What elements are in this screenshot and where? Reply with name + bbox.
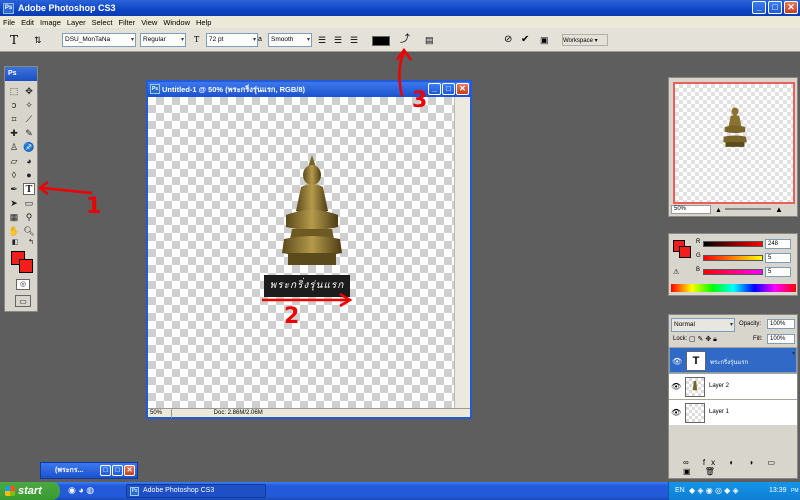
layer-name: Layer 1 — [709, 409, 730, 415]
navigator-zoom-slider[interactable] — [725, 208, 771, 210]
clock-time: 13:39 — [769, 487, 787, 494]
color-panel: ⚠ R 248 G 5 B 5 — [668, 233, 798, 296]
visibility-eye-icon[interactable]: 👁︎ — [672, 356, 682, 368]
lock-label: Lock: — [673, 336, 688, 342]
lock-icons[interactable]: ▢ ✎ ✥ 🔒︎ — [689, 335, 717, 344]
blend-mode-select[interactable]: Normal — [671, 318, 735, 332]
b-label: B — [696, 267, 701, 273]
opacity-field[interactable]: 100% — [767, 319, 795, 329]
layer-name: Layer 2 — [709, 383, 730, 389]
quick-launch-icons[interactable]: ◉ ◕ ◍ — [68, 485, 94, 496]
layers-panel: Normal Opacity: 100% Lock: ▢ ✎ ✥ 🔒︎ Fill… — [668, 314, 798, 479]
r-slider[interactable] — [703, 241, 763, 247]
start-button[interactable]: start — [0, 482, 60, 500]
mini-maximize-button[interactable]: □ — [112, 465, 123, 476]
annotation-number-1: 1 — [86, 194, 102, 219]
g-slider[interactable] — [703, 255, 763, 261]
layer-thumbnail — [685, 377, 705, 397]
navigator-panel: 50% ▲ ▲ — [668, 77, 798, 217]
b-slider[interactable] — [703, 269, 763, 275]
b-value[interactable]: 5 — [765, 267, 791, 277]
tray-icons[interactable]: ◆ ◈ ◉ ◎ ◆ ◈ — [689, 482, 739, 500]
layer-row[interactable]: 👁︎ Layer 1 — [669, 399, 797, 425]
mini-close-button[interactable]: ✕ — [124, 465, 135, 476]
layer-amulet-thumb — [692, 381, 698, 391]
fill-field[interactable]: 100% — [767, 334, 795, 344]
layer-name: พระกริ่งรุ่นแรก — [710, 360, 749, 366]
layer-thumbnail — [685, 403, 705, 423]
gamut-warning-icon[interactable]: ⚠ — [673, 268, 679, 276]
navigator-zoom-field[interactable]: 50% — [671, 205, 711, 214]
color-bg-swatch[interactable] — [679, 246, 691, 258]
annotation-number-2: 2 — [284, 304, 300, 329]
r-value[interactable]: 248 — [765, 239, 791, 249]
annotation-arrow-1 — [41, 186, 93, 195]
taskbar-item-label: Adobe Photoshop CS3 — [143, 487, 215, 494]
annotation-arrow-3 — [398, 51, 406, 97]
zoom-out-icon[interactable]: ▲ — [715, 207, 722, 214]
navigator-amulet-image — [723, 107, 747, 147]
r-label: R — [696, 239, 701, 245]
taskbar-photoshop-item[interactable]: Ps Adobe Photoshop CS3 — [126, 484, 266, 498]
fill-label: Fill: — [753, 336, 763, 342]
layer-thumbnail: T — [686, 351, 706, 371]
color-spectrum-bar[interactable] — [671, 284, 796, 292]
taskbar: start ◉ ◕ ◍ Ps Adobe Photoshop CS3 EN ◆ … — [0, 482, 800, 500]
layer-row[interactable]: 👁︎ T พระกริ่งรุ่นแรก — [669, 347, 797, 373]
navigator-thumbnail[interactable] — [673, 82, 795, 204]
minimized-document-window[interactable]: (พระกร... □ □ ✕ — [40, 462, 138, 479]
taskbar-ps-icon: Ps — [130, 487, 139, 496]
opacity-label: Opacity: — [739, 321, 762, 327]
zoom-in-icon[interactable]: ▲ — [775, 205, 783, 214]
g-value[interactable]: 5 — [765, 253, 791, 263]
language-indicator[interactable]: EN — [675, 482, 685, 500]
layer-actions-icons[interactable]: ∞ fx ◐ ◑ ▭ ▣ 🗑︎ — [683, 458, 797, 476]
annotation-number-3: 3 — [412, 88, 428, 113]
minimized-window-title: (พระกร... — [55, 467, 84, 474]
mini-restore-button[interactable]: □ — [100, 465, 111, 476]
windows-logo-icon — [5, 486, 15, 496]
system-tray: EN ◆ ◈ ◉ ◎ ◆ ◈ 13:39 PM — [668, 482, 800, 500]
clock-ampm: PM — [791, 488, 799, 494]
layer-row[interactable]: 👁︎ Layer 2 — [669, 373, 797, 399]
start-label: start — [18, 485, 42, 497]
visibility-eye-icon[interactable]: 👁︎ — [671, 408, 681, 417]
g-label: G — [696, 253, 701, 259]
visibility-eye-icon[interactable]: 👁︎ — [671, 382, 681, 391]
